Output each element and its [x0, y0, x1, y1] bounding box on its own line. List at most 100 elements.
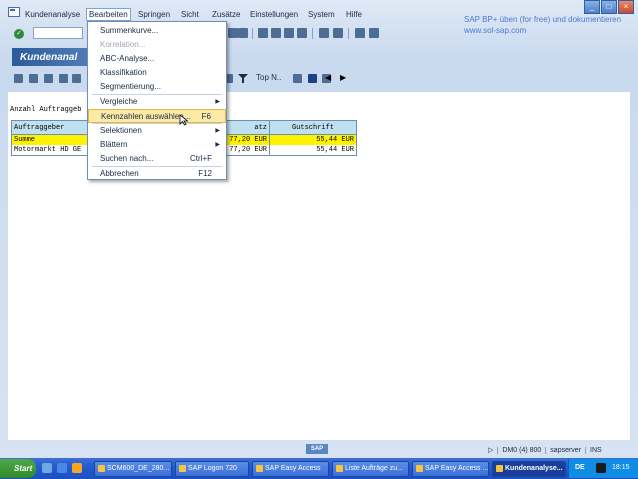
minimize-button[interactable]: _ [584, 0, 600, 14]
menu-item-label: Segmentierung... [100, 82, 161, 91]
menu-item-label: Summenkurve... [100, 26, 159, 35]
task-sap-easy-access-2[interactable]: SAP Easy Access ... [412, 461, 489, 477]
enter-check-icon[interactable]: ✓ [14, 29, 24, 39]
menu-sicht[interactable]: Sicht [179, 9, 201, 21]
menu-item-shortcut: F12 [198, 169, 212, 178]
task-icon [336, 465, 343, 472]
menu-item-label: ABC-Analyse... [100, 54, 155, 63]
last-page-icon[interactable] [297, 28, 307, 38]
menu-item-suchen-nach[interactable]: Suchen nach... Ctrl+F [88, 152, 226, 166]
toolbar-separator [348, 28, 349, 39]
toolbar-separator [312, 28, 313, 39]
menu-item-label: Abbrechen [100, 169, 139, 178]
command-field[interactable] [33, 27, 83, 39]
table-cell: 55,44 EUR [269, 145, 357, 156]
next-page-icon[interactable] [284, 28, 294, 38]
column-header-auftraggeber[interactable]: Auftraggeber [11, 120, 88, 135]
menu-bearbeiten[interactable]: Bearbeiten [86, 8, 131, 21]
menu-item-segmentierung[interactable]: Segmentierung... [88, 80, 226, 94]
status-expand-icon[interactable]: ▷ [484, 446, 497, 454]
task-label: Kundenanalyse... [505, 465, 563, 472]
task-icon [416, 465, 423, 472]
desktop-icon[interactable] [42, 463, 52, 473]
previous-page-icon[interactable] [271, 28, 281, 38]
funnel-icon[interactable] [238, 74, 248, 83]
task-icon [98, 465, 105, 472]
menu-item-vergleiche[interactable]: Vergleiche ▶ [88, 95, 226, 109]
sap-logo: SAP [306, 444, 328, 454]
drilldown-icon[interactable] [29, 74, 38, 83]
menu-item-blaettern[interactable]: Blättern ▶ [88, 138, 226, 152]
menu-item-abc-analyse[interactable]: ABC-Analyse... [88, 52, 226, 66]
task-liste-auftraege[interactable]: Liste Aufträge zu... [332, 461, 409, 477]
submenu-arrow-icon: ▶ [215, 99, 220, 105]
task-sap-easy-access[interactable]: SAP Easy Access [252, 461, 329, 477]
menu-item-label: Suchen nach... [100, 154, 154, 163]
next-arrow-icon[interactable]: ▶ [340, 73, 346, 82]
task-icon [496, 465, 503, 472]
find-icon[interactable] [228, 28, 238, 38]
menu-kundenanalyse[interactable]: Kundenanalyse [23, 9, 82, 21]
start-button[interactable]: Start [0, 459, 36, 478]
menu-hilfe[interactable]: Hilfe [344, 9, 364, 21]
menu-system[interactable]: System [306, 9, 337, 21]
close-button[interactable]: × [618, 0, 634, 14]
layout-icon[interactable] [369, 28, 379, 38]
toolbar-separator [252, 28, 253, 39]
task-kundenanalyse[interactable]: Kundenanalyse... [492, 461, 566, 477]
menu-item-shortcut: Ctrl+F [190, 154, 212, 163]
screen-title: Kundenanal [20, 52, 78, 63]
language-indicator[interactable]: DE [575, 464, 585, 471]
export-icon[interactable] [293, 74, 302, 83]
top-n-button[interactable]: Top N.. [256, 72, 281, 84]
menu-item-label: Kennzahlen auswählen... [101, 112, 191, 121]
menu-item-selektionen[interactable]: Selektionen ▶ [88, 124, 226, 138]
sort-icon[interactable] [72, 74, 81, 83]
details-icon[interactable] [14, 74, 23, 83]
menu-einstellungen[interactable]: Einstellungen [248, 9, 300, 21]
table-cell: Summe [11, 134, 88, 145]
menu-item-label: Vergleiche [100, 97, 138, 106]
table-cell: 55,44 EUR [269, 134, 357, 145]
column-header-gutschrift[interactable]: Gutschrift [269, 120, 357, 135]
submenu-arrow-icon: ▶ [215, 128, 220, 134]
sap-window: Kundenanalyse Bearbeiten Springen Sicht … [0, 0, 638, 458]
menu-item-summenkurve[interactable]: Summenkurve... [88, 24, 226, 38]
maximize-button[interactable]: □ [601, 0, 617, 14]
task-scm600[interactable]: SCM600_DE_280... [94, 461, 172, 477]
clock: 18:15 [612, 464, 630, 471]
menu-item-kennzahlen-auswaehlen[interactable]: Kennzahlen auswählen... F6 [88, 109, 226, 123]
brand-line-1: SAP BP+ üben (for free) und dokumentiere… [464, 15, 622, 24]
tray-app-icon[interactable] [596, 463, 606, 473]
graphic-icon[interactable] [59, 74, 68, 83]
task-label: SAP Easy Access [265, 465, 321, 472]
status-server: sapserver [545, 446, 585, 454]
task-sap-logon[interactable]: SAP Logon 720 [175, 461, 249, 477]
status-system[interactable]: DM0 (4) 800 [497, 446, 545, 454]
previous-arrow-icon[interactable]: ◀ [325, 73, 331, 82]
system-menu-icon[interactable] [8, 7, 20, 17]
task-label: SAP Easy Access ... [425, 465, 489, 472]
shortcut-icon[interactable] [333, 28, 343, 38]
first-page-icon[interactable] [258, 28, 268, 38]
window-controls: _ □ × [583, 0, 634, 14]
menu-zusaetze[interactable]: Zusätze [210, 9, 242, 21]
menu-item-label: Korrelation... [100, 40, 146, 49]
filter-icon[interactable] [44, 74, 53, 83]
menu-item-shortcut: F6 [201, 112, 211, 121]
submenu-arrow-icon: ▶ [215, 142, 220, 148]
ie-icon[interactable] [57, 463, 67, 473]
table-cell: Motormarkt HD GE [11, 145, 88, 156]
task-icon [179, 465, 186, 472]
mouse-cursor-icon [179, 114, 189, 126]
info-icon[interactable] [308, 74, 317, 83]
new-session-icon[interactable] [319, 28, 329, 38]
menu-item-label: Blättern [100, 140, 128, 149]
task-label: SAP Logon 720 [188, 465, 237, 472]
menu-item-abbrechen[interactable]: Abbrechen F12 [88, 167, 226, 181]
menu-springen[interactable]: Springen [136, 9, 172, 21]
find-next-icon[interactable] [238, 28, 248, 38]
explorer-icon[interactable] [72, 463, 82, 473]
menu-item-klassifikation[interactable]: Klassifikation [88, 66, 226, 80]
help-icon[interactable] [355, 28, 365, 38]
